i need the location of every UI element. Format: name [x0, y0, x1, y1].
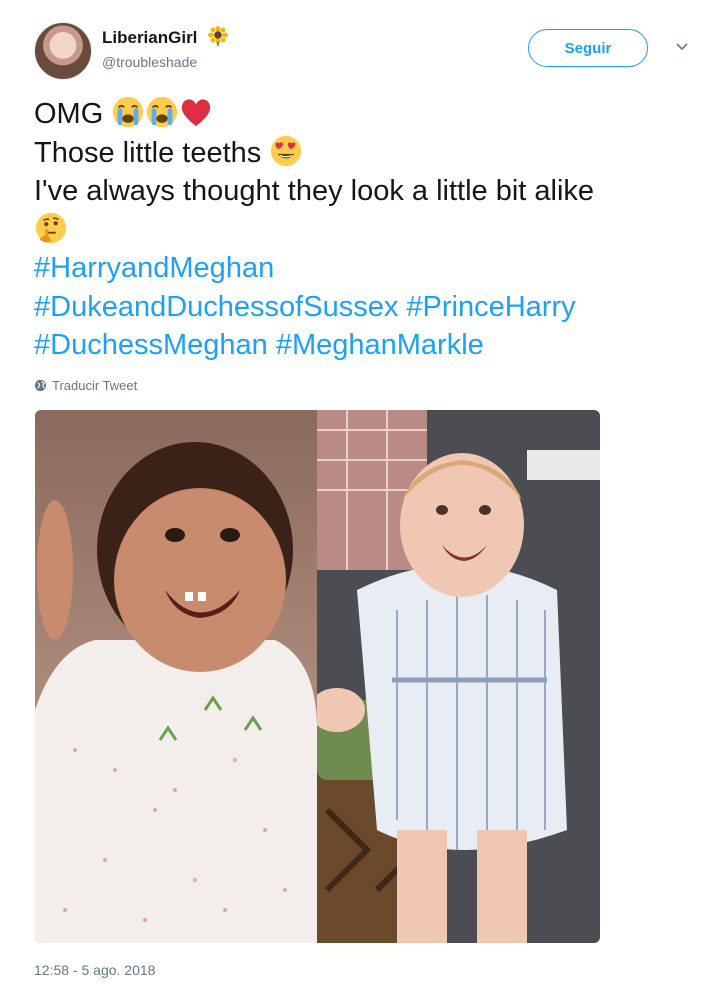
thinking-face-icon — [35, 212, 67, 243]
hashtag-dukeandduchessofsussex[interactable]: #DukeandDuchessofSussex — [34, 291, 398, 323]
tweet-header: LiberianGirl @troubleshade Seguir — [34, 20, 704, 80]
baby-photo-left[interactable] — [35, 410, 317, 943]
display-name[interactable]: LiberianGirl — [102, 28, 197, 48]
hashtag-duchessmeghan[interactable]: #DuchessMeghan — [34, 329, 268, 361]
user-names: LiberianGirl @troubleshade — [102, 26, 228, 70]
loudly-crying-face-icon — [147, 96, 178, 128]
heart-eyes-face-icon — [271, 135, 302, 166]
tweet-text-teeths: Those little teeths — [34, 136, 262, 169]
chevron-down-icon[interactable] — [675, 40, 689, 54]
tweet-line-2: Those little teeths — [34, 134, 704, 173]
tweet-text-omg: OMG — [34, 98, 104, 130]
baby-photo-right[interactable] — [317, 410, 600, 943]
globe-icon — [34, 379, 47, 392]
tweet-line-5: #HarryandMeghan — [34, 249, 704, 288]
tweet-line-3: I've always thought they look a little b… — [34, 172, 704, 211]
hashtag-harryandmeghan[interactable]: #HarryandMeghan — [34, 252, 274, 284]
tweet-media[interactable] — [35, 410, 600, 943]
tweet-text: OMG Those little teeths I've always thou… — [34, 95, 704, 365]
hashtag-meghanmarkle[interactable]: #MeghanMarkle — [276, 329, 484, 361]
translate-tweet-link[interactable]: Traducir Tweet — [34, 378, 137, 393]
tweet-line-7: #DuchessMeghan #MeghanMarkle — [34, 326, 704, 365]
red-heart-icon — [182, 99, 211, 127]
sunflower-icon — [207, 26, 228, 46]
loudly-crying-face-icon — [113, 96, 144, 128]
tweet-line-6: #DukeandDuchessofSussex #PrinceHarry — [34, 288, 704, 327]
tweet-line-4 — [34, 211, 704, 250]
avatar[interactable] — [34, 22, 92, 80]
user-handle[interactable]: @troubleshade — [102, 54, 228, 70]
hashtag-princeharry[interactable]: #PrinceHarry — [406, 291, 575, 323]
tweet-timestamp[interactable]: 12:58 - 5 ago. 2018 — [34, 962, 155, 978]
translate-label[interactable]: Traducir Tweet — [52, 378, 137, 393]
tweet-text-alike: I've always thought they look a little b… — [34, 175, 595, 207]
tweet-line-1: OMG — [34, 95, 704, 134]
follow-button[interactable]: Seguir — [528, 29, 648, 67]
